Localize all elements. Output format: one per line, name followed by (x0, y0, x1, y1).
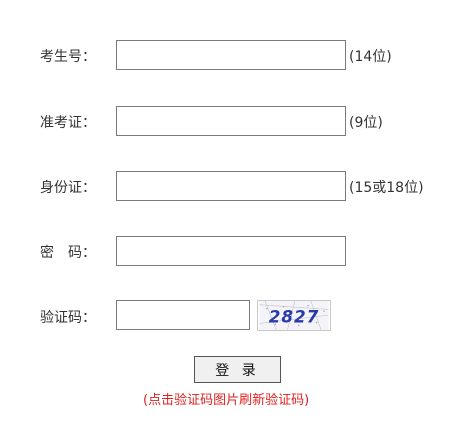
candidate-number-hint: (14位) (349, 49, 392, 65)
captcha-image-text: 2827 (269, 307, 320, 327)
admission-number-input[interactable] (116, 106, 346, 136)
admission-number-hint: (9位) (349, 115, 383, 131)
password-label: 密 码： (40, 245, 96, 261)
login-button[interactable]: 登 录 (194, 356, 281, 383)
captcha-label: 验证码： (40, 310, 96, 326)
id-card-label: 身份证： (40, 180, 96, 196)
candidate-number-input[interactable] (116, 40, 346, 70)
id-card-hint: (15或18位) (349, 180, 424, 196)
captcha-image[interactable]: 2827 (257, 300, 331, 331)
password-input[interactable] (116, 236, 346, 266)
id-card-input[interactable] (116, 171, 346, 201)
captcha-refresh-note: (点击验证码图片刷新验证码) (143, 393, 310, 408)
captcha-input[interactable] (116, 300, 250, 330)
candidate-number-label: 考生号： (40, 49, 96, 65)
admission-number-label: 准考证： (40, 115, 96, 131)
